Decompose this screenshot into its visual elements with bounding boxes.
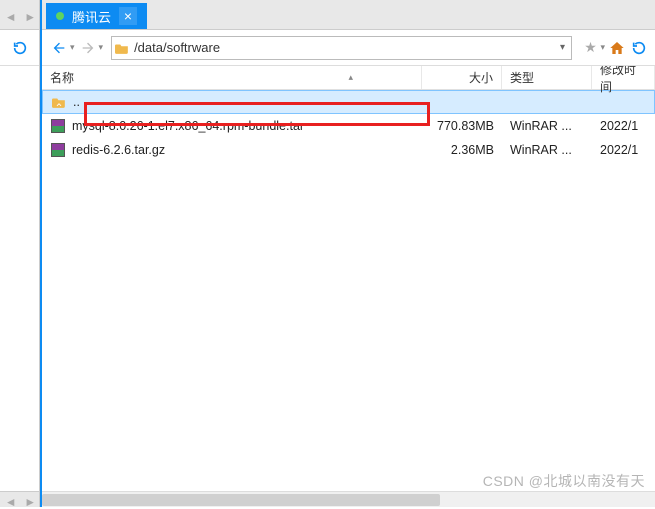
file-size: 770.83MB bbox=[422, 114, 502, 138]
back-history-dropdown[interactable]: ▾ bbox=[70, 42, 75, 53]
file-row[interactable]: redis-6.2.6.tar.gz 2.36MB WinRAR ... 202… bbox=[42, 138, 655, 162]
file-date: 2022/1 bbox=[592, 138, 655, 162]
gutter-bottom: ◄ ► bbox=[0, 491, 39, 507]
tab-active[interactable]: 腾讯云 × bbox=[46, 3, 147, 29]
tab-title: 腾讯云 bbox=[72, 7, 111, 26]
back-button[interactable] bbox=[48, 37, 70, 59]
home-button[interactable] bbox=[607, 38, 627, 58]
archive-icon bbox=[50, 118, 66, 134]
folder-up-icon bbox=[51, 94, 67, 110]
file-name: mysql-8.0.26-1.el7.x86_64.rpm-bundle.tar bbox=[72, 119, 304, 133]
file-date bbox=[593, 91, 654, 113]
left-gutter: ◄ ► ◄ ► bbox=[0, 0, 40, 507]
gutter-top: ◄ ► bbox=[0, 0, 39, 30]
horizontal-scrollbar[interactable] bbox=[42, 491, 655, 507]
header-date[interactable]: 修改时间 bbox=[592, 66, 655, 89]
file-date: 2022/1 bbox=[592, 114, 655, 138]
file-row[interactable]: mysql-8.0.26-1.el7.x86_64.rpm-bundle.tar… bbox=[42, 114, 655, 138]
file-type: WinRAR ... bbox=[502, 114, 592, 138]
address-dropdown-icon[interactable]: ▾ bbox=[553, 42, 571, 53]
file-name: redis-6.2.6.tar.gz bbox=[72, 143, 165, 157]
file-type: WinRAR ... bbox=[502, 138, 592, 162]
header-size[interactable]: 大小 bbox=[422, 66, 502, 89]
file-type bbox=[503, 91, 593, 113]
gutter-refresh-button[interactable] bbox=[0, 30, 39, 66]
forward-button[interactable] bbox=[77, 37, 99, 59]
tab-close-button[interactable]: × bbox=[119, 7, 137, 25]
panel-right-icon[interactable]: ► bbox=[24, 10, 34, 20]
column-headers: 名称▴ 大小 类型 修改时间 bbox=[42, 66, 655, 90]
file-size: 2.36MB bbox=[422, 138, 502, 162]
arrow-right-icon bbox=[80, 40, 96, 56]
gutter-body bbox=[0, 66, 39, 491]
file-list: 名称▴ 大小 类型 修改时间 .. bbox=[42, 66, 655, 491]
address-path: /data/softrware bbox=[132, 40, 553, 55]
header-type[interactable]: 类型 bbox=[502, 66, 592, 89]
header-name[interactable]: 名称▴ bbox=[42, 66, 422, 89]
file-name: .. bbox=[73, 95, 80, 109]
file-size bbox=[423, 91, 503, 113]
address-bar[interactable]: /data/softrware ▾ bbox=[111, 36, 572, 60]
arrow-left-icon bbox=[51, 40, 67, 56]
bookmark-dropdown[interactable]: ▾ bbox=[600, 42, 605, 53]
sort-asc-icon: ▴ bbox=[348, 72, 413, 83]
refresh-icon bbox=[12, 40, 28, 56]
panel-right-icon[interactable]: ► bbox=[24, 495, 34, 505]
toolbar: ▾ ▾ /data/softrware ▾ ★ ▾ bbox=[42, 30, 655, 66]
forward-history-dropdown[interactable]: ▾ bbox=[99, 42, 104, 53]
panel-left-icon[interactable]: ◄ bbox=[5, 495, 15, 505]
tab-bar: 腾讯云 × bbox=[42, 0, 655, 30]
refresh-button[interactable] bbox=[629, 38, 649, 58]
archive-icon bbox=[50, 142, 66, 158]
scrollbar-thumb[interactable] bbox=[42, 494, 440, 506]
bookmark-button[interactable]: ★ bbox=[580, 38, 600, 58]
parent-dir-row[interactable]: .. bbox=[42, 90, 655, 114]
folder-icon bbox=[112, 42, 132, 54]
panel-left-icon[interactable]: ◄ bbox=[5, 10, 15, 20]
status-dot-icon bbox=[56, 12, 64, 20]
